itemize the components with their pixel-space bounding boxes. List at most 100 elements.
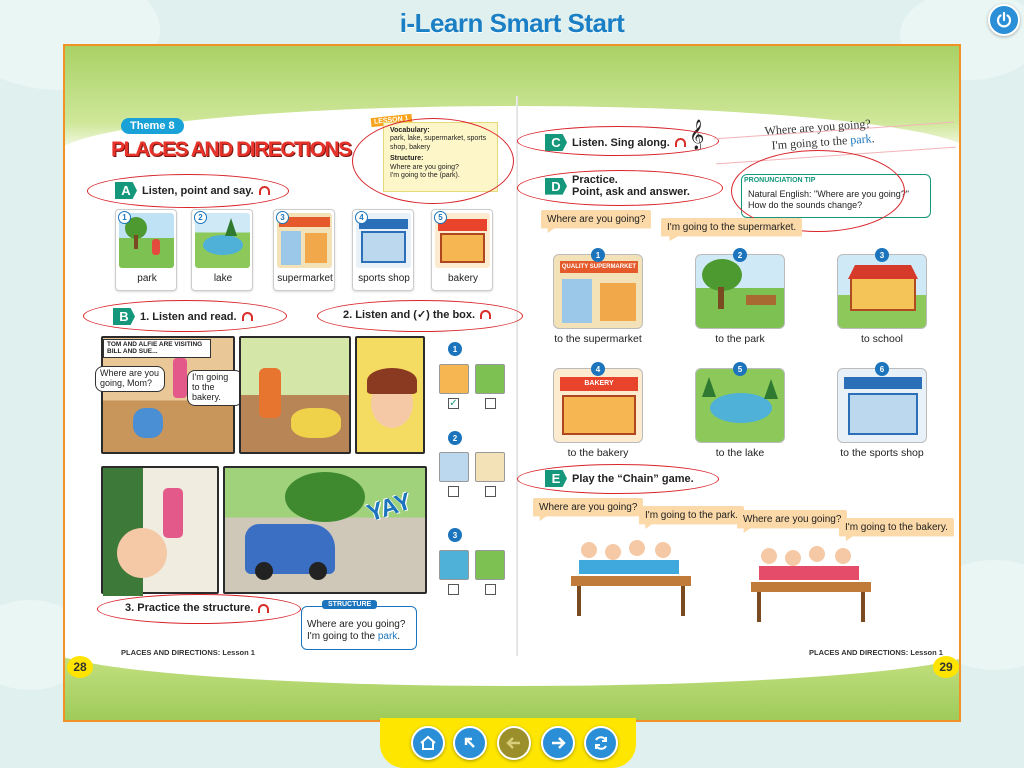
- checkbox[interactable]: [448, 584, 459, 595]
- place-number: 2: [733, 248, 747, 262]
- annotation-circle: [317, 300, 523, 332]
- page-number: 29: [933, 656, 959, 678]
- structure-answer: I'm going to the park.: [307, 631, 401, 642]
- annotation-circle: [83, 300, 287, 332]
- app-title: i-Learn Smart Start: [399, 8, 625, 38]
- card-label: supermarket: [277, 273, 333, 284]
- place-card-lake[interactable]: 5 to the lake: [695, 362, 785, 464]
- card-label: bakery: [447, 273, 478, 284]
- checkbox[interactable]: [485, 584, 496, 595]
- place-card-supermarket[interactable]: QUALITY SUPERMARKET 1 to the supermarket: [553, 248, 643, 350]
- structure-question: Where are you going?: [307, 619, 406, 630]
- unit-title: PLACES AND DIRECTIONS: [111, 138, 352, 161]
- place-card-sports-shop[interactable]: 6 to the sports shop: [837, 362, 927, 464]
- vocab-card-supermarket[interactable]: 3 supermarket: [273, 209, 335, 291]
- store-sign: QUALITY SUPERMARKET: [560, 261, 638, 273]
- page-footer: PLACES AND DIRECTIONS: Lesson 1: [121, 648, 255, 657]
- place-label: to school: [860, 333, 904, 345]
- power-icon: [996, 11, 1012, 28]
- annotation-circle: [517, 126, 719, 156]
- bakery-image: BAKERY: [553, 368, 643, 443]
- check-option-lake[interactable]: [439, 550, 469, 580]
- theme-label: Theme 8: [121, 118, 184, 134]
- speech-bubble: Where are you going?: [533, 498, 644, 521]
- structure-box: STRUCTURE Where are you going? I'm going…: [301, 600, 417, 650]
- sports-shop-image: [837, 368, 927, 443]
- vocab-card-lake[interactable]: 2 lake: [191, 209, 253, 291]
- place-label: to the park: [715, 333, 765, 345]
- page-number: 28: [67, 656, 93, 678]
- next-page-button[interactable]: [541, 726, 575, 760]
- comic-panel-4: [101, 466, 219, 596]
- park-image: [695, 254, 785, 329]
- card-number: 4: [355, 211, 368, 224]
- place-number: 1: [591, 248, 605, 262]
- comic-caption: TOM AND ALFIE ARE VISITING BILL AND SUE.…: [103, 339, 211, 358]
- checkbox-checked[interactable]: ✓: [448, 398, 459, 409]
- place-label: to the lake: [715, 447, 765, 459]
- check-option-sports-shop[interactable]: [439, 452, 469, 482]
- place-number: 3: [875, 248, 889, 262]
- check-option-supermarket[interactable]: [475, 452, 505, 482]
- structure-tag: STRUCTURE: [322, 600, 378, 609]
- item-number: 3: [448, 528, 462, 542]
- check-option-park-2[interactable]: [475, 550, 505, 580]
- lake-image: [695, 368, 785, 443]
- supermarket-image: QUALITY SUPERMARKET: [553, 254, 643, 329]
- comic-panel-5: [223, 466, 427, 594]
- card-number: 5: [434, 211, 447, 224]
- speech-bubble-question: Where are you going?: [541, 210, 652, 233]
- checkbox[interactable]: [485, 486, 496, 497]
- power-button[interactable]: [988, 4, 1020, 36]
- card-label: park: [137, 273, 157, 284]
- book-spine: [516, 96, 518, 656]
- children-at-desks-image: [571, 532, 701, 622]
- school-image: [837, 254, 927, 329]
- place-label: to the supermarket: [554, 333, 642, 345]
- vocab-card-sports-shop[interactable]: 4 sports shop: [352, 209, 414, 291]
- page-footer: PLACES AND DIRECTIONS: Lesson 1: [809, 648, 943, 657]
- vocab-card-park[interactable]: 1 park: [115, 209, 177, 291]
- home-button[interactable]: [411, 726, 445, 760]
- speech-bubble: Where are you going?: [737, 510, 848, 533]
- place-card-school[interactable]: 3 to school: [837, 248, 927, 350]
- place-card-park[interactable]: 2 to the park: [695, 248, 785, 350]
- left-arrow-icon: [506, 737, 520, 749]
- refresh-icon: [595, 736, 607, 750]
- check-option-park[interactable]: [475, 364, 505, 394]
- checkbox[interactable]: [448, 486, 459, 497]
- back-arrow-button[interactable]: [453, 726, 487, 760]
- place-number: 6: [875, 362, 889, 376]
- speech-bubble-answer: I'm going to the supermarket.: [661, 218, 803, 241]
- comic-panel-3: [355, 336, 425, 454]
- refresh-button[interactable]: [584, 726, 618, 760]
- annotation-circle: [352, 118, 514, 204]
- home-icon: [420, 735, 436, 750]
- vocab-card-bakery[interactable]: 5 bakery: [431, 209, 493, 291]
- previous-page-button[interactable]: [497, 726, 531, 760]
- place-card-bakery[interactable]: BAKERY 4 to the bakery: [553, 362, 643, 464]
- check-option-bakery[interactable]: [439, 364, 469, 394]
- annotation-circle: [97, 594, 301, 624]
- children-at-desks-image: [751, 538, 881, 628]
- checkbox[interactable]: [485, 398, 496, 409]
- speech-bubble: Where are you going, Mom?: [95, 366, 165, 392]
- place-label: to the sports shop: [840, 447, 924, 459]
- card-label: sports shop: [358, 273, 410, 284]
- place-number: 5: [733, 362, 747, 376]
- card-number: 1: [118, 211, 131, 224]
- up-left-arrow-icon: [464, 737, 475, 748]
- annotation-circle: [87, 174, 289, 208]
- place-number: 4: [591, 362, 605, 376]
- place-label: to the bakery: [567, 447, 629, 459]
- card-number: 3: [276, 211, 289, 224]
- right-arrow-icon: [552, 737, 566, 749]
- annotation-circle: [517, 170, 723, 206]
- speech-bubble: I'm going to the bakery.: [187, 370, 243, 406]
- textbook-spread: Theme 8 PLACES AND DIRECTIONS LESSON 1 V…: [63, 44, 961, 722]
- card-number: 2: [194, 211, 207, 224]
- speech-bubble: I'm going to the park.: [639, 506, 745, 529]
- item-number: 2: [448, 431, 462, 445]
- item-number: 1: [448, 342, 462, 356]
- card-label: lake: [213, 273, 233, 284]
